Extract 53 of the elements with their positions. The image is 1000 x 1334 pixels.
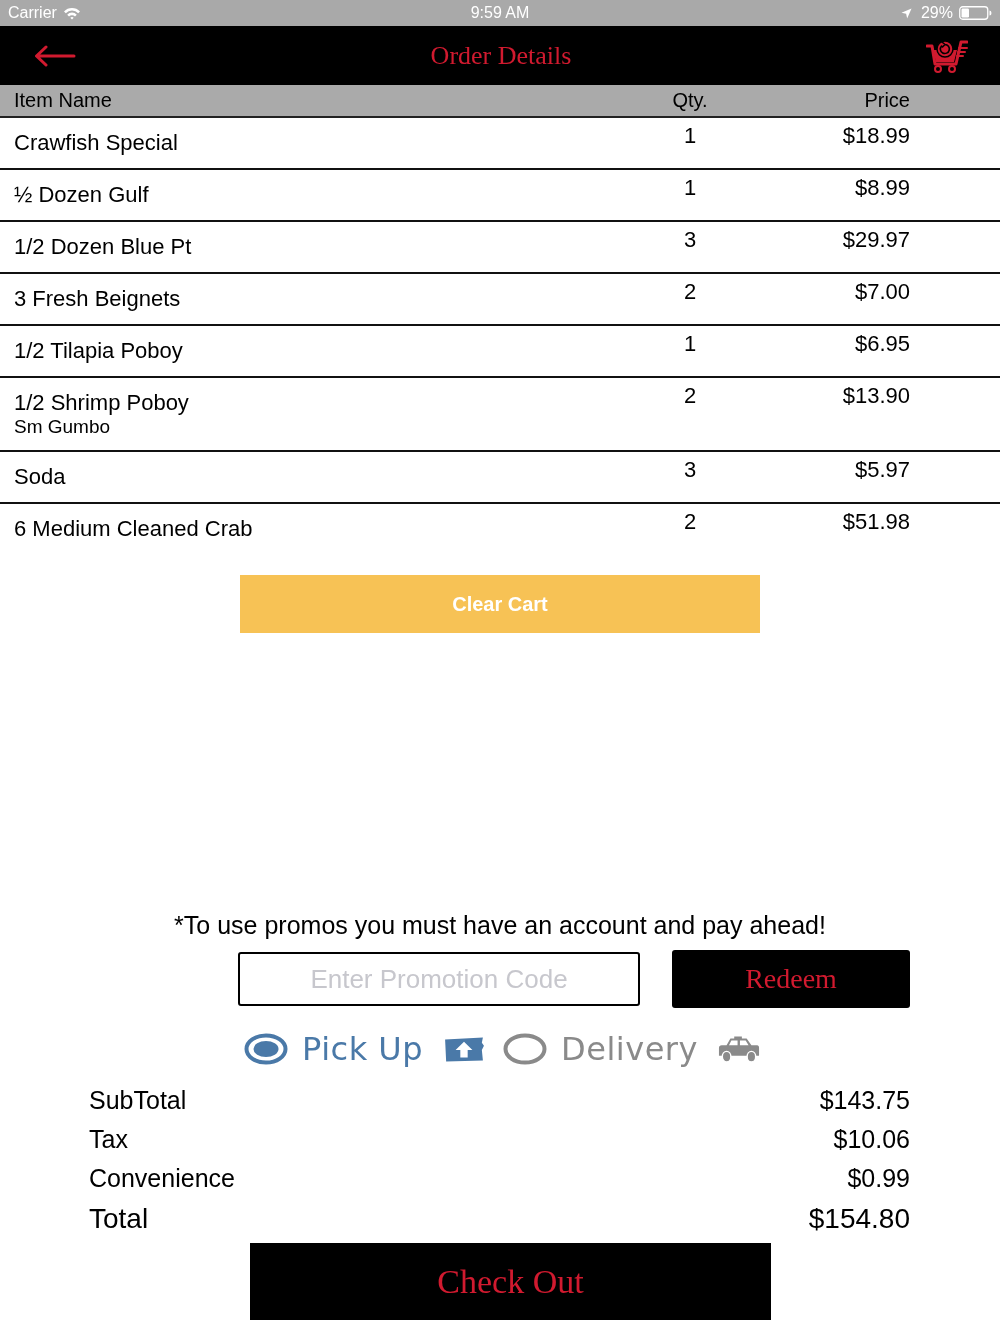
item-price: $29.97 [842,226,910,253]
item-quantity: 3 [683,456,697,483]
item-note: Sm Gumbo [14,416,111,438]
total-label: Convenience [89,1164,235,1193]
cart-icon[interactable] [926,37,968,74]
item-quantity: 1 [683,330,697,357]
item-price: $5.97 [854,456,910,483]
total-value: $154.80 [808,1203,910,1235]
item-price: $7.00 [854,278,910,305]
item-name: 6 Medium Cleaned Crab [14,516,253,542]
location-arrow-icon [900,7,912,19]
column-header: Qty. [672,89,708,112]
total-label: Total [89,1203,149,1235]
item-price: $18.99 [842,122,910,149]
total-value: $10.06 [833,1125,910,1154]
item-quantity: 2 [683,508,697,535]
item-price: $13.90 [842,382,910,409]
total-value: $0.99 [847,1164,910,1193]
status-time: 9:59 AM [470,4,530,22]
check-out-button[interactable]: Check Out [250,1243,771,1320]
item-quantity: 3 [683,226,697,253]
battery-icon [959,6,992,20]
item-name: ½ Dozen Gulf [14,182,149,208]
total-label: Tax [89,1125,128,1154]
carrier-name: Carrier [8,4,57,22]
promo-code-field[interactable]: Enter Promotion Code [238,952,640,1006]
item-name: 1/2 Dozen Blue Pt [14,234,192,260]
item-quantity: 1 [683,174,697,201]
item-name: Crawfish Special [14,130,178,156]
column-header: Item Name [14,89,112,112]
upload-box-icon [443,1035,486,1063]
wifi-icon [62,6,81,20]
column-header: Price [864,89,910,112]
order-type-option[interactable]: Pick Up [244,1029,486,1069]
item-quantity: 2 [683,382,697,409]
total-value: $143.75 [819,1086,910,1115]
back-arrow-icon[interactable] [34,44,76,67]
car-icon [717,1035,760,1063]
item-price: $8.99 [854,174,910,201]
battery-percent: 29% [920,4,953,22]
order-type-option[interactable]: Delivery [503,1029,760,1069]
item-quantity: 1 [683,122,697,149]
item-name: 3 Fresh Beignets [14,286,181,312]
item-price: $6.95 [854,330,910,357]
item-name: 1/2 Tilapia Poboy [14,338,183,364]
total-label: SubTotal [89,1086,187,1115]
redeem-button[interactable]: Redeem [672,950,910,1008]
item-quantity: 2 [683,278,697,305]
item-price: $51.98 [842,508,910,535]
item-name: Soda [14,464,66,490]
promo-notice: *To use promos you must have an account and pay ahead! [174,910,826,940]
item-name: 1/2 Shrimp Poboy [14,390,189,416]
nav-title: Order Details [430,40,572,71]
